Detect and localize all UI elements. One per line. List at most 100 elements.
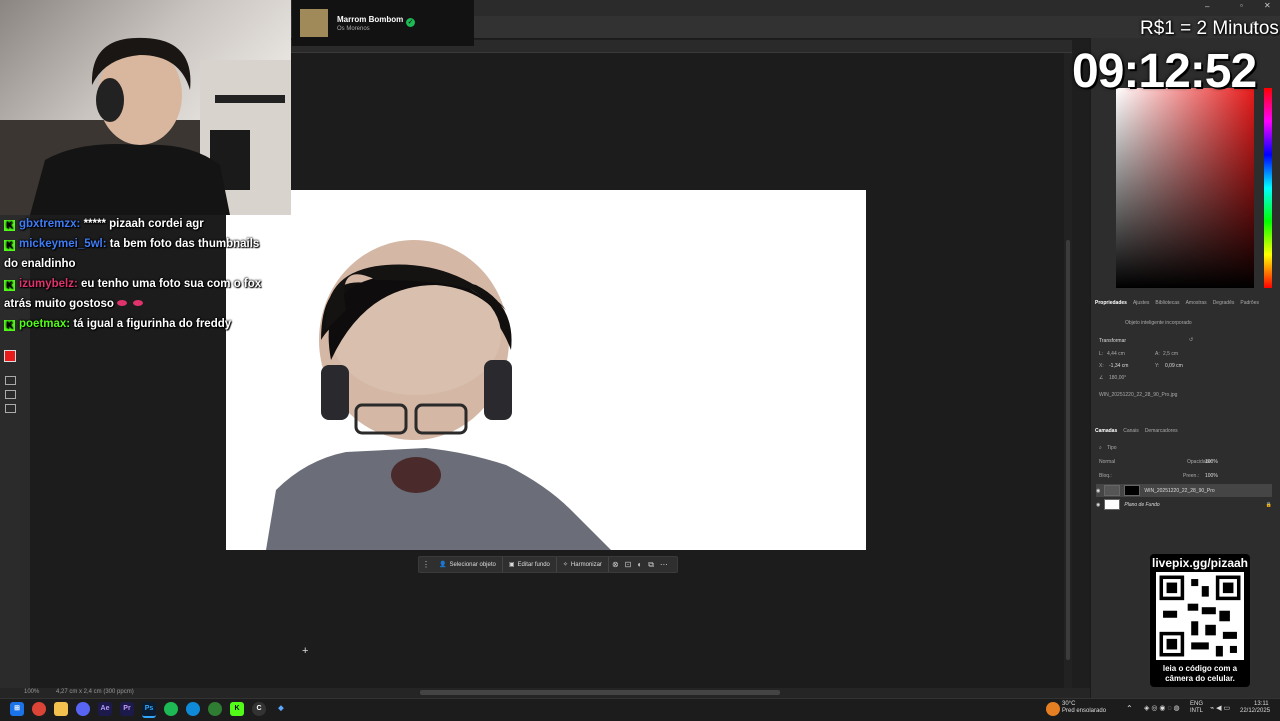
y-field[interactable]: 0,09 cm bbox=[1165, 363, 1183, 369]
edit-background-button[interactable]: ▣ Editar fundo bbox=[503, 557, 557, 572]
select-object-button[interactable]: 👤 Selecionar objeto bbox=[433, 557, 503, 572]
chat-text: tá igual a figurinha do freddy bbox=[73, 318, 232, 330]
document-canvas[interactable] bbox=[226, 190, 866, 550]
chat-message: Kgbxtremzx: ***** pizaah cordei agr bbox=[4, 218, 204, 231]
properties-tabs: Propriedades Ajustes Bibliotecas Amostra… bbox=[1095, 300, 1275, 306]
layer-thumbnail bbox=[1104, 499, 1121, 510]
layer-name: Plano de Fundo bbox=[1124, 501, 1160, 508]
x-label: X: bbox=[1099, 363, 1104, 369]
layer-row[interactable]: ◉ WIN_20251220_22_28_90_Pro bbox=[1096, 484, 1272, 497]
windows-start-icon[interactable]: ⊞ bbox=[10, 702, 24, 716]
tab-adjustments[interactable]: Ajustes bbox=[1133, 300, 1149, 306]
weather-icon[interactable] bbox=[1046, 702, 1060, 716]
fill-field[interactable]: 100% bbox=[1205, 473, 1218, 479]
tab-swatches[interactable]: Amostras bbox=[1186, 300, 1207, 306]
mask-icon[interactable]: ⊗ bbox=[609, 560, 622, 569]
tab-channels[interactable]: Canais bbox=[1123, 428, 1139, 434]
harmonize-button[interactable]: ✧ Harmonizar bbox=[557, 557, 609, 572]
angle-field[interactable]: 180,00° bbox=[1109, 375, 1126, 381]
clock-date[interactable]: 22/12/2025 bbox=[1240, 708, 1270, 715]
weather-temperature[interactable]: 30°C bbox=[1062, 701, 1075, 708]
spotify-icon[interactable] bbox=[164, 702, 178, 716]
y-label: Y: bbox=[1155, 363, 1160, 369]
tray-app-icons[interactable]: ◈ ◎ ◉ ◌ ◍ bbox=[1144, 705, 1180, 712]
spotify-now-playing: Marrom Bombom Os Morenos ✓ bbox=[292, 0, 474, 46]
drag-handle-icon[interactable]: ⋮ bbox=[419, 560, 433, 569]
photoshop-icon[interactable]: Ps bbox=[142, 702, 156, 718]
artist-name: Os Morenos bbox=[337, 26, 370, 32]
vertical-scrollbar-thumb[interactable] bbox=[1066, 240, 1070, 660]
zoom-level[interactable]: 100% bbox=[24, 689, 39, 695]
hue-slider[interactable] bbox=[1264, 88, 1272, 288]
ccleaner-icon[interactable]: C bbox=[252, 702, 266, 716]
tab-patterns[interactable]: Padrões bbox=[1240, 300, 1259, 306]
app-icon[interactable]: ◆ bbox=[274, 702, 288, 716]
eye-icon[interactable]: ◉ bbox=[1096, 502, 1100, 508]
opacity-field[interactable]: 100% bbox=[1205, 459, 1218, 465]
angle-icon: ∠ bbox=[1099, 375, 1104, 381]
kick-badge-icon: K bbox=[4, 240, 15, 251]
layer-thumbnail bbox=[1104, 485, 1121, 496]
frame-tool-icon[interactable] bbox=[5, 404, 16, 413]
weather-description[interactable]: Pred ensolarado bbox=[1062, 708, 1106, 715]
chrome-profile-icon[interactable] bbox=[208, 702, 222, 716]
more-icon[interactable]: ⋯ bbox=[657, 560, 671, 569]
tab-paths[interactable]: Demarcadores bbox=[1145, 428, 1178, 434]
height-field[interactable]: 2,5 cm bbox=[1163, 351, 1178, 357]
minimize-icon[interactable]: – bbox=[1205, 2, 1209, 11]
lock-label: Bloq.: bbox=[1099, 473, 1112, 479]
linked-file-name: WIN_20251220_22_28_90_Pro.jpg bbox=[1099, 392, 1178, 398]
blend-mode-select[interactable]: Normal bbox=[1099, 459, 1115, 465]
reset-transform-icon[interactable]: ↺ bbox=[1189, 337, 1193, 343]
x-field[interactable]: -1,34 cm bbox=[1109, 363, 1128, 369]
tab-gradients[interactable]: Degradês bbox=[1213, 300, 1235, 306]
layer-mask-thumbnail bbox=[1124, 485, 1141, 496]
foreground-color-swatch[interactable] bbox=[4, 350, 16, 362]
chrome-icon[interactable] bbox=[32, 702, 46, 716]
edit-background-label: Editar fundo bbox=[517, 561, 550, 568]
maximize-icon[interactable]: ▫ bbox=[1240, 1, 1243, 10]
layers-tabs: Camadas Canais Demarcadores bbox=[1095, 428, 1275, 434]
object-type-label: Objeto inteligente incorporado bbox=[1125, 320, 1192, 326]
harmonize-label: Harmonizar bbox=[570, 561, 602, 568]
premiere-icon[interactable]: Pr bbox=[120, 702, 134, 716]
keyboard-layout-indicator[interactable]: INTL bbox=[1190, 708, 1203, 715]
adjust-icon[interactable]: ◐ bbox=[634, 560, 645, 569]
chat-username: mickeymei_5wl: bbox=[19, 238, 107, 250]
kick-badge-icon: K bbox=[4, 220, 15, 231]
file-explorer-icon[interactable] bbox=[54, 702, 68, 716]
select-object-label: Selecionar objeto bbox=[449, 561, 496, 568]
streamer-webcam-image bbox=[0, 37, 291, 215]
chat-message: Kizumybelz: eu tenho uma foto sua com o … bbox=[4, 278, 261, 291]
transform-icon[interactable]: ⊡ bbox=[622, 560, 635, 569]
discord-icon[interactable] bbox=[76, 702, 90, 716]
chat-message: atrás muito gostoso bbox=[4, 298, 146, 310]
cutout-person-image bbox=[266, 240, 611, 550]
close-icon[interactable]: ✕ bbox=[1264, 1, 1271, 10]
color-picker-field[interactable] bbox=[1116, 88, 1254, 288]
kick-icon[interactable]: K bbox=[230, 702, 244, 716]
language-indicator[interactable]: ENG bbox=[1190, 701, 1203, 708]
horizontal-scrollbar-thumb[interactable] bbox=[420, 690, 780, 695]
quick-mask-icon[interactable] bbox=[5, 376, 16, 385]
layer-filter-select[interactable]: Tipo bbox=[1107, 445, 1117, 451]
image-icon: ▣ bbox=[508, 562, 515, 568]
clock-time[interactable]: 13:11 bbox=[1254, 701, 1269, 708]
layer-row[interactable]: ◉ Plano de Fundo 🔒 bbox=[1096, 498, 1272, 511]
song-title: Marrom Bombom bbox=[337, 15, 404, 24]
edge-icon[interactable] bbox=[186, 702, 200, 716]
tab-properties[interactable]: Propriedades bbox=[1095, 300, 1127, 306]
tray-chevron-icon[interactable]: ⌃ bbox=[1126, 705, 1133, 713]
network-volume-battery-icons[interactable]: ⌁ ◀ ▭ bbox=[1210, 705, 1230, 712]
after-effects-icon[interactable]: Ae bbox=[98, 702, 112, 716]
livepix-qr-card: livepix.gg/pizaah leia o código com a câ… bbox=[1150, 554, 1250, 687]
layers-icon[interactable]: ⧉ bbox=[645, 560, 657, 570]
subathon-rate: R$1 = 2 Minutos bbox=[1140, 18, 1279, 39]
eye-icon[interactable]: ◉ bbox=[1096, 488, 1100, 494]
tab-libraries[interactable]: Bibliotecas bbox=[1155, 300, 1179, 306]
screen-mode-icon[interactable] bbox=[5, 390, 16, 399]
document-info: 4,27 cm x 2,4 cm (300 ppcm) bbox=[56, 689, 134, 695]
tab-layers[interactable]: Camadas bbox=[1095, 428, 1117, 434]
lips-emote-icon bbox=[116, 300, 127, 306]
width-field[interactable]: 4,44 cm bbox=[1107, 351, 1125, 357]
